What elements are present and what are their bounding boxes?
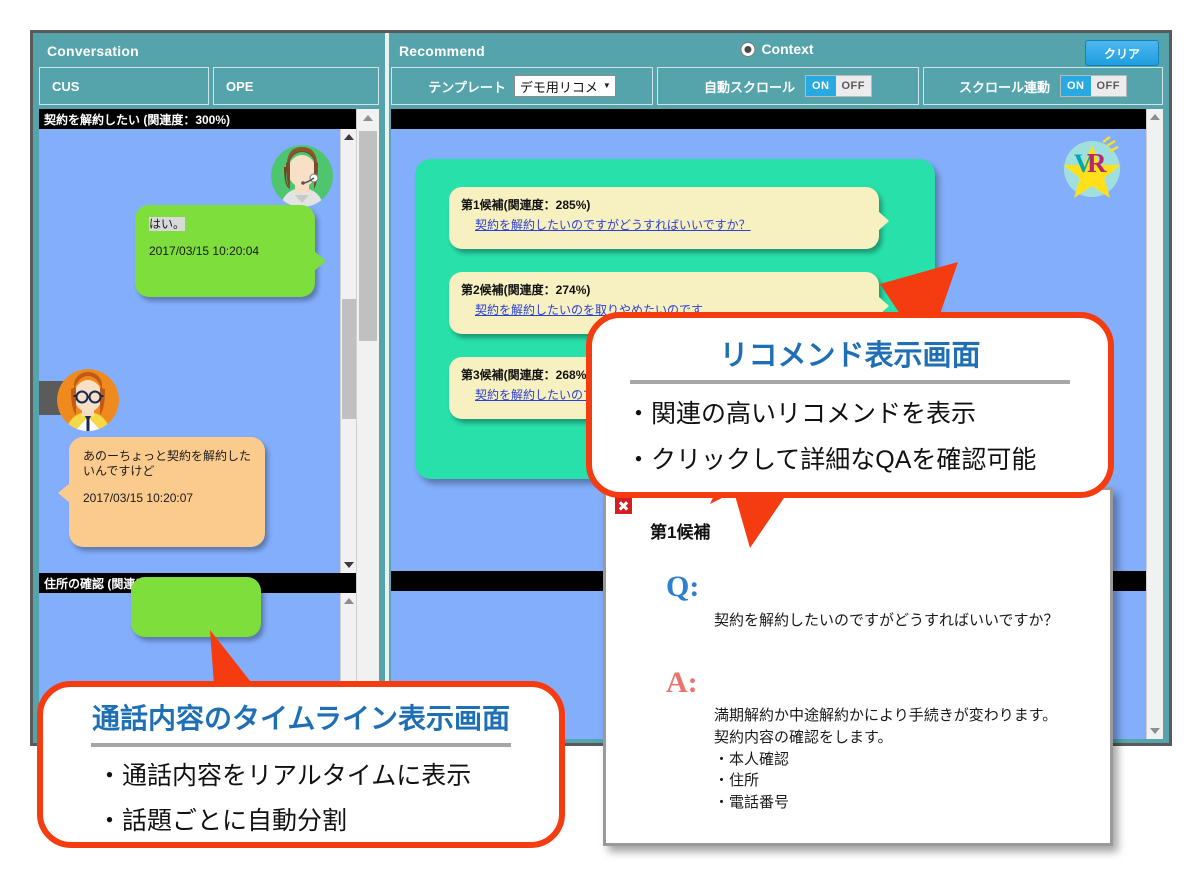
scrolllink-control[interactable]: スクロール連動 ON OFF bbox=[923, 67, 1163, 105]
candidate-2-rank: 第2候補(関連度：274%) bbox=[461, 283, 591, 297]
scroll-up-arrow-icon[interactable] bbox=[1150, 114, 1160, 120]
scroll-up-arrow-icon[interactable] bbox=[344, 134, 354, 140]
scrolllink-toggle[interactable]: ON OFF bbox=[1060, 75, 1127, 97]
divider bbox=[630, 380, 1070, 384]
autoscroll-toggle[interactable]: ON OFF bbox=[805, 75, 872, 97]
recommend-callout: リコメンド表示画面 ・関連の高いリコメンドを表示 ・クリックして詳細なQAを確認… bbox=[586, 312, 1114, 498]
tab-ope-label: OPE bbox=[226, 78, 254, 94]
template-label: テンプレート bbox=[428, 79, 506, 95]
context-label: Context bbox=[761, 41, 814, 57]
recommend-top-divider bbox=[391, 109, 1147, 129]
autoscroll-on-option[interactable]: ON bbox=[806, 76, 836, 96]
scroll-thumb[interactable] bbox=[342, 299, 356, 419]
topic-section-1: はい。 2017/03/15 10:20:04 ← bbox=[39, 129, 357, 573]
recommend-callout-item-1: ・関連の高いリコメンドを表示 bbox=[626, 400, 977, 428]
answer-label: A: bbox=[666, 666, 698, 699]
tab-ope[interactable]: OPE bbox=[213, 67, 379, 105]
scrolllink-on-option[interactable]: ON bbox=[1061, 76, 1091, 96]
bubble-tail-icon bbox=[314, 251, 326, 271]
clear-button[interactable]: クリア bbox=[1085, 40, 1159, 66]
message-bubble-ope-partial bbox=[131, 577, 261, 637]
conversation-tabs: CUS OPE bbox=[39, 67, 379, 105]
scroll-thumb[interactable] bbox=[359, 131, 377, 341]
question-label: Q: bbox=[666, 570, 700, 603]
candidate-1-rank: 第1候補(関連度：285%) bbox=[461, 198, 591, 212]
recommend-callout-title: リコメンド表示画面 bbox=[719, 340, 981, 372]
divider bbox=[91, 743, 511, 747]
candidate-1[interactable]: 第1候補(関連度：285%) 契約を解約したいのですがどうすればいいですか？ bbox=[449, 187, 889, 249]
conversation-panel-title: Conversation bbox=[47, 43, 139, 59]
message-bubble-ope: はい。 2017/03/15 10:20:04 bbox=[135, 205, 326, 297]
message-time: 2017/03/15 10:20:07 bbox=[83, 491, 194, 505]
message-text: あのーちょっと契約を解約したいんですけど bbox=[83, 449, 252, 478]
context-radio[interactable]: Context bbox=[740, 41, 814, 57]
timeline-callout-title: 通話内容のタイムライン表示画面 bbox=[91, 703, 511, 734]
customer-avatar-icon bbox=[57, 369, 119, 431]
message-bubble-cus: あのーちょっと契約を解約したいんですけど 2017/03/15 10:20:07 bbox=[58, 437, 265, 547]
scroll-down-arrow-icon[interactable] bbox=[1150, 728, 1160, 734]
timeline-callout-item-1: ・通話内容をリアルタイムに表示 bbox=[97, 762, 472, 790]
message-text: はい。 bbox=[149, 217, 186, 231]
answer-text: 満期解約か中途解約かにより手続きが変わります。 契約内容の確認をします。 ・本人… bbox=[714, 707, 1058, 811]
vr-star-logo: V R bbox=[1059, 134, 1125, 200]
topic-header-1-label: 契約を解約したい (関連度：300%) bbox=[44, 112, 231, 127]
scrolllink-label: スクロール連動 bbox=[958, 79, 1050, 95]
template-select-value: デモ用リコメ bbox=[519, 79, 598, 95]
autoscroll-label: 自動スクロール bbox=[703, 79, 795, 95]
tab-cus[interactable]: CUS bbox=[39, 67, 209, 105]
candidate-1-question-link[interactable]: 契約を解約したいのですがどうすればいいですか？ bbox=[475, 216, 867, 233]
recommend-toolbar: テンプレート デモ用リコメ ▼ 自動スクロール ON OFF スクロール連動 O… bbox=[391, 67, 1163, 105]
clear-button-label: クリア bbox=[1103, 46, 1140, 61]
close-icon[interactable]: ✖ bbox=[614, 496, 633, 515]
scrolllink-off-option[interactable]: OFF bbox=[1090, 76, 1126, 96]
scroll-up-arrow-icon[interactable] bbox=[363, 115, 373, 121]
panel-divider bbox=[385, 33, 389, 743]
autoscroll-control[interactable]: 自動スクロール ON OFF bbox=[657, 67, 919, 105]
conversation-scrollbar[interactable] bbox=[356, 109, 379, 739]
qa-detail-modal: ✖ 第1候補 Q: 契約を解約したいのですがどうすればいいですか？ A: 満期解… bbox=[603, 487, 1113, 846]
question-text: 契約を解約したいのですがどうすればいいですか？ bbox=[714, 612, 1059, 629]
scroll-up-arrow-icon[interactable] bbox=[344, 598, 354, 604]
autoscroll-off-option[interactable]: OFF bbox=[835, 76, 871, 96]
timeline-callout: 通話内容のタイムライン表示画面 ・通話内容をリアルタイムに表示 ・話題ごとに自動… bbox=[37, 681, 565, 848]
tab-cus-label: CUS bbox=[52, 78, 80, 94]
candidate-tail-icon bbox=[878, 211, 889, 231]
timeline-callout-item-2: ・話題ごとに自動分割 bbox=[97, 807, 348, 835]
svg-text:R: R bbox=[1087, 148, 1107, 178]
operator-avatar-icon bbox=[271, 145, 333, 207]
bubble-tail-icon bbox=[58, 483, 70, 503]
scroll-down-arrow-icon[interactable] bbox=[344, 562, 354, 568]
template-select[interactable]: デモ用リコメ ▼ bbox=[513, 75, 616, 97]
recommend-callout-item-2: ・クリックして詳細なQAを確認可能 bbox=[626, 446, 1037, 474]
template-control[interactable]: テンプレート デモ用リコメ ▼ bbox=[391, 67, 653, 105]
topic-header-1: 契約を解約したい (関連度：300%) bbox=[39, 109, 357, 129]
chevron-down-icon: ▼ bbox=[602, 81, 611, 90]
radio-button-icon[interactable] bbox=[740, 41, 756, 57]
topic-1-scrollbar[interactable] bbox=[340, 129, 357, 573]
recommend-scrollbar[interactable] bbox=[1146, 109, 1163, 739]
message-time: 2017/03/15 10:20:04 bbox=[149, 244, 260, 258]
recommend-panel-title: Recommend bbox=[399, 43, 485, 59]
